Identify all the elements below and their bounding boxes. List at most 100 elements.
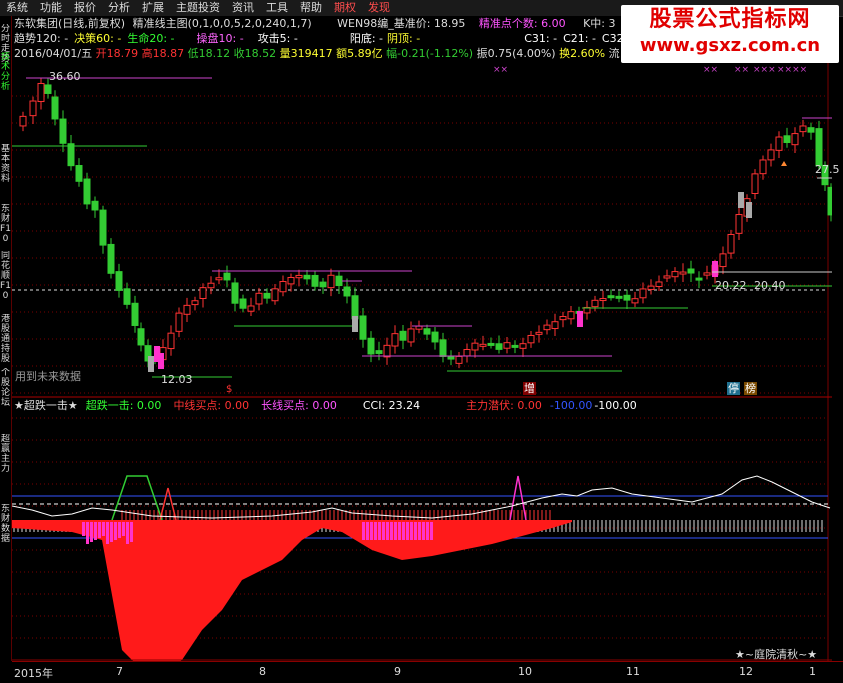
candle-body [75,165,83,182]
candle-body [29,100,37,117]
candle-body [231,282,239,304]
highlight-candle [158,353,164,369]
future-data-note: 用到未来数据 [15,370,81,383]
candle-body [807,127,815,133]
magenta-bar [114,522,117,540]
date-month-4: 11 [626,665,640,678]
candle-body [279,281,287,293]
magenta-bar [382,522,385,540]
menu-item-3[interactable]: 分析 [102,0,136,16]
tag-list: 榜 [744,382,757,395]
date-month-0: 7 [116,665,123,678]
stock-title: 东软集团(日线,前复权) [14,17,126,30]
header-line-1: 东软集团(日线,前复权) 精准线主图(0,1,0,0,5,2,0,240,1,7… [14,17,616,30]
candle-body [455,355,463,364]
menu-item-2[interactable]: 报价 [68,0,102,16]
side-tab-3[interactable]: 东财F10 [0,204,11,248]
quote-turnover: 换2.60% [559,47,606,60]
magenta-bar [398,522,401,540]
candle-body [775,136,783,151]
quote-line: 2016/04/01/五 开18.79 高18.87 低18.12 收18.52… [14,47,620,60]
candle-body [415,325,423,330]
menu-item-0[interactable]: 系统 [0,0,34,16]
candle-body [367,337,375,355]
candle-body [631,298,639,304]
quote-high: 高18.87 [141,47,185,60]
side-tab-2[interactable]: 基本资料 [0,144,11,200]
quote-amplitude: 振0.75(4.00%) [476,47,556,60]
magenta-bar [106,522,109,544]
dollar-mark: $ [226,384,233,395]
candle-body [335,275,343,287]
ma-param-3: 操盘10: - [196,32,244,45]
magenta-bar [86,522,89,544]
price-label-right: 27.5 [815,163,840,176]
candle-body [623,294,631,301]
candle-body [99,209,107,246]
candle-body [343,286,351,297]
candle-body [271,288,279,302]
quote-volume: 量319417 [279,47,333,60]
candle-body [399,330,407,341]
candle-body [67,143,75,167]
candle-body [671,271,679,278]
quote-low: 低18.12 [187,47,231,60]
candle-body [655,281,663,288]
highlight-candle [712,261,718,277]
magenta-bar [374,522,377,540]
price-label-low: 12.03 [161,373,193,386]
menu-item-5[interactable]: 主题投资 [170,0,226,16]
tag-halt: 停 [727,382,740,395]
magenta-bar [130,522,133,542]
side-tab-7[interactable]: 超赢主力 [0,434,11,500]
candle-body [303,274,311,280]
ma-param-7: C31: - [524,32,558,45]
candle-body [131,302,139,326]
candle-body [703,272,711,276]
site-logo: 股票公式指标网 www.gsxz.com.cn [621,5,839,63]
candle-body [239,298,247,309]
quote-open: 开18.79 [95,47,139,60]
candle-body [759,159,767,175]
candle-body [287,276,295,285]
candle-body [423,328,431,335]
candle-body [551,321,559,330]
candle-body [255,292,263,305]
candle-body [19,115,27,127]
x-mark-4: ××× [753,65,776,75]
side-tab-8[interactable]: 东财数据 [0,504,11,554]
menu-item-4[interactable]: 扩展 [136,0,170,16]
candle-body [511,344,519,348]
candle-body [91,200,99,211]
date-year: 2015年 [14,667,53,680]
candle-body [375,350,383,354]
ma-param-6: 阴顶: - [387,32,421,45]
side-tab-1[interactable]: 技术分析 [0,52,11,132]
highlight-candle [352,316,358,332]
indicator-chart[interactable] [12,398,832,661]
candle-body [51,96,59,120]
highlight-candle [577,311,583,327]
indicator-legend-item-4: 主力潜伏: 0.00 [466,399,542,412]
candle-body [687,268,695,274]
menu-item-9[interactable]: 期权 [328,0,362,16]
highlight-candle [746,202,752,218]
candle-body [791,133,799,146]
side-tab-4[interactable]: 同花顺F10 [0,251,11,311]
indicator-name: 精准线主图(0,1,0,0,5,2,0,240,1,7) [132,17,312,30]
x-mark-2: ×× [703,65,719,75]
candle-body [559,316,567,321]
candle-body [167,332,175,350]
candle-body [463,349,471,357]
candle-body [311,274,319,287]
menu-item-7[interactable]: 工具 [260,0,294,16]
side-tab-5[interactable]: 港股通持股 [0,314,11,366]
menu-item-6[interactable]: 资讯 [226,0,260,16]
date-month-5: 12 [739,665,753,678]
menu-item-8[interactable]: 帮助 [294,0,328,16]
indicator-legend-item-5: -100.00 [549,399,593,412]
magenta-bar [370,522,373,540]
menu-item-1[interactable]: 功能 [34,0,68,16]
menu-item-10[interactable]: 发现 [362,0,396,16]
side-tab-6[interactable]: 个股论坛 [0,368,11,428]
